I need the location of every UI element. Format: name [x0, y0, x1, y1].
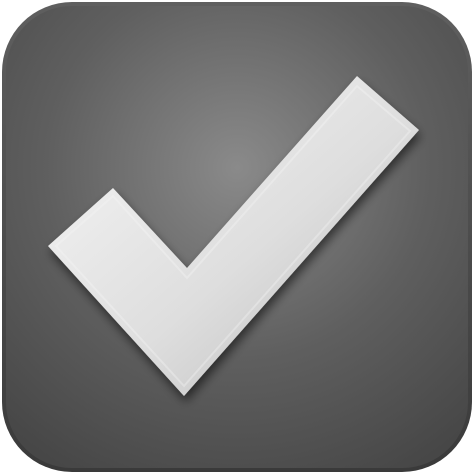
- emoji-canvas: [0, 0, 474, 474]
- check-mark-button-icon: [2, 2, 472, 472]
